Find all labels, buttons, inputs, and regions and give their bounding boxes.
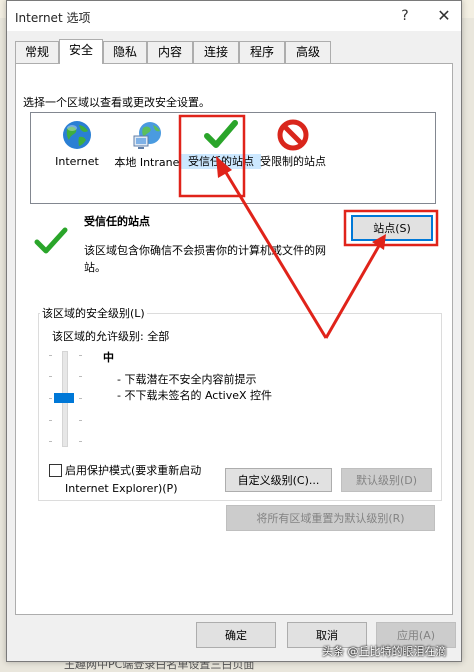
window-title: Internet 选项 [15, 11, 91, 25]
zone-trusted-sites[interactable]: 受信任的站点 [181, 119, 261, 199]
slider-tick [49, 441, 52, 442]
level-desc-line: - 不下载未签名的 ActiveX 控件 [117, 389, 273, 402]
prohibited-icon [277, 119, 309, 151]
sites-button[interactable]: 站点(S) [351, 215, 433, 241]
slider-tick [79, 420, 82, 421]
close-button[interactable]: ✕ [432, 5, 456, 27]
slider-tick [49, 355, 52, 356]
security-level-name: 中 [103, 351, 114, 364]
ok-button[interactable]: 确定 [196, 622, 276, 648]
zone-list: Internet 本地 Intranet 受信任的站点 受限制的站点 [30, 112, 436, 204]
zone-label: 受限制的站点 [260, 155, 326, 168]
help-button[interactable]: ? [393, 5, 417, 27]
protected-mode-label[interactable]: 启用保护模式(要求重新启动 Internet Explorer)(P) [65, 462, 225, 498]
tab-content[interactable]: 内容 [147, 41, 193, 63]
zone-label: 受信任的站点 [181, 154, 261, 169]
slider-tick [49, 398, 52, 399]
green-check-icon [204, 120, 238, 148]
slider-tick [49, 376, 52, 377]
slider-tick [79, 398, 82, 399]
selected-zone-title: 受信任的站点 [84, 215, 150, 228]
reset-all-zones-button[interactable]: 将所有区域重置为默认级别(R) [226, 505, 435, 531]
check-icon [34, 227, 68, 254]
tab-programs[interactable]: 程序 [239, 41, 285, 63]
level-desc-line: - 下载潜在不安全内容前提示 [117, 373, 257, 386]
slider-tick [79, 355, 82, 356]
zone-restricted-sites[interactable]: 受限制的站点 [253, 119, 333, 199]
custom-level-button[interactable]: 自定义级别(C)... [225, 468, 332, 492]
tab-advanced[interactable]: 高级 [285, 41, 331, 63]
network-globe-icon [133, 122, 161, 149]
protected-mode-checkbox[interactable] [49, 464, 62, 477]
slider-tick [79, 376, 82, 377]
zone-label: Internet [55, 155, 99, 168]
zone-local-intranet[interactable]: 本地 Intranet [109, 119, 189, 199]
allowed-level: 该区域的允许级别: 全部 [52, 330, 170, 343]
security-level-description: - 下载潜在不安全内容前提示 - 不下载未签名的 ActiveX 控件 [117, 372, 272, 404]
slider-tick [79, 441, 82, 442]
zone-internet[interactable]: Internet [37, 119, 117, 199]
slider-tick [49, 420, 52, 421]
tab-privacy[interactable]: 隐私 [103, 41, 147, 63]
watermark: 头条 @丘比特的眼泪在滴 [322, 645, 447, 658]
tab-security[interactable]: 安全 [59, 39, 103, 64]
tab-connections[interactable]: 连接 [193, 41, 239, 63]
default-level-button[interactable]: 默认级别(D) [341, 468, 432, 492]
selected-zone-description: 该区域包含你确信不会损害你的计算机或文件的网站。 [84, 244, 326, 274]
tab-general[interactable]: 常规 [15, 41, 59, 63]
slider-thumb[interactable] [54, 393, 74, 403]
zone-label: 本地 Intranet [114, 156, 184, 169]
zone-caption: 选择一个区域以查看或更改安全设置。 [23, 96, 210, 109]
security-level-title: 该区域的安全级别(L) [40, 305, 147, 321]
globe-icon [63, 121, 91, 149]
title-bar: Internet 选项 ? ✕ [7, 1, 461, 31]
